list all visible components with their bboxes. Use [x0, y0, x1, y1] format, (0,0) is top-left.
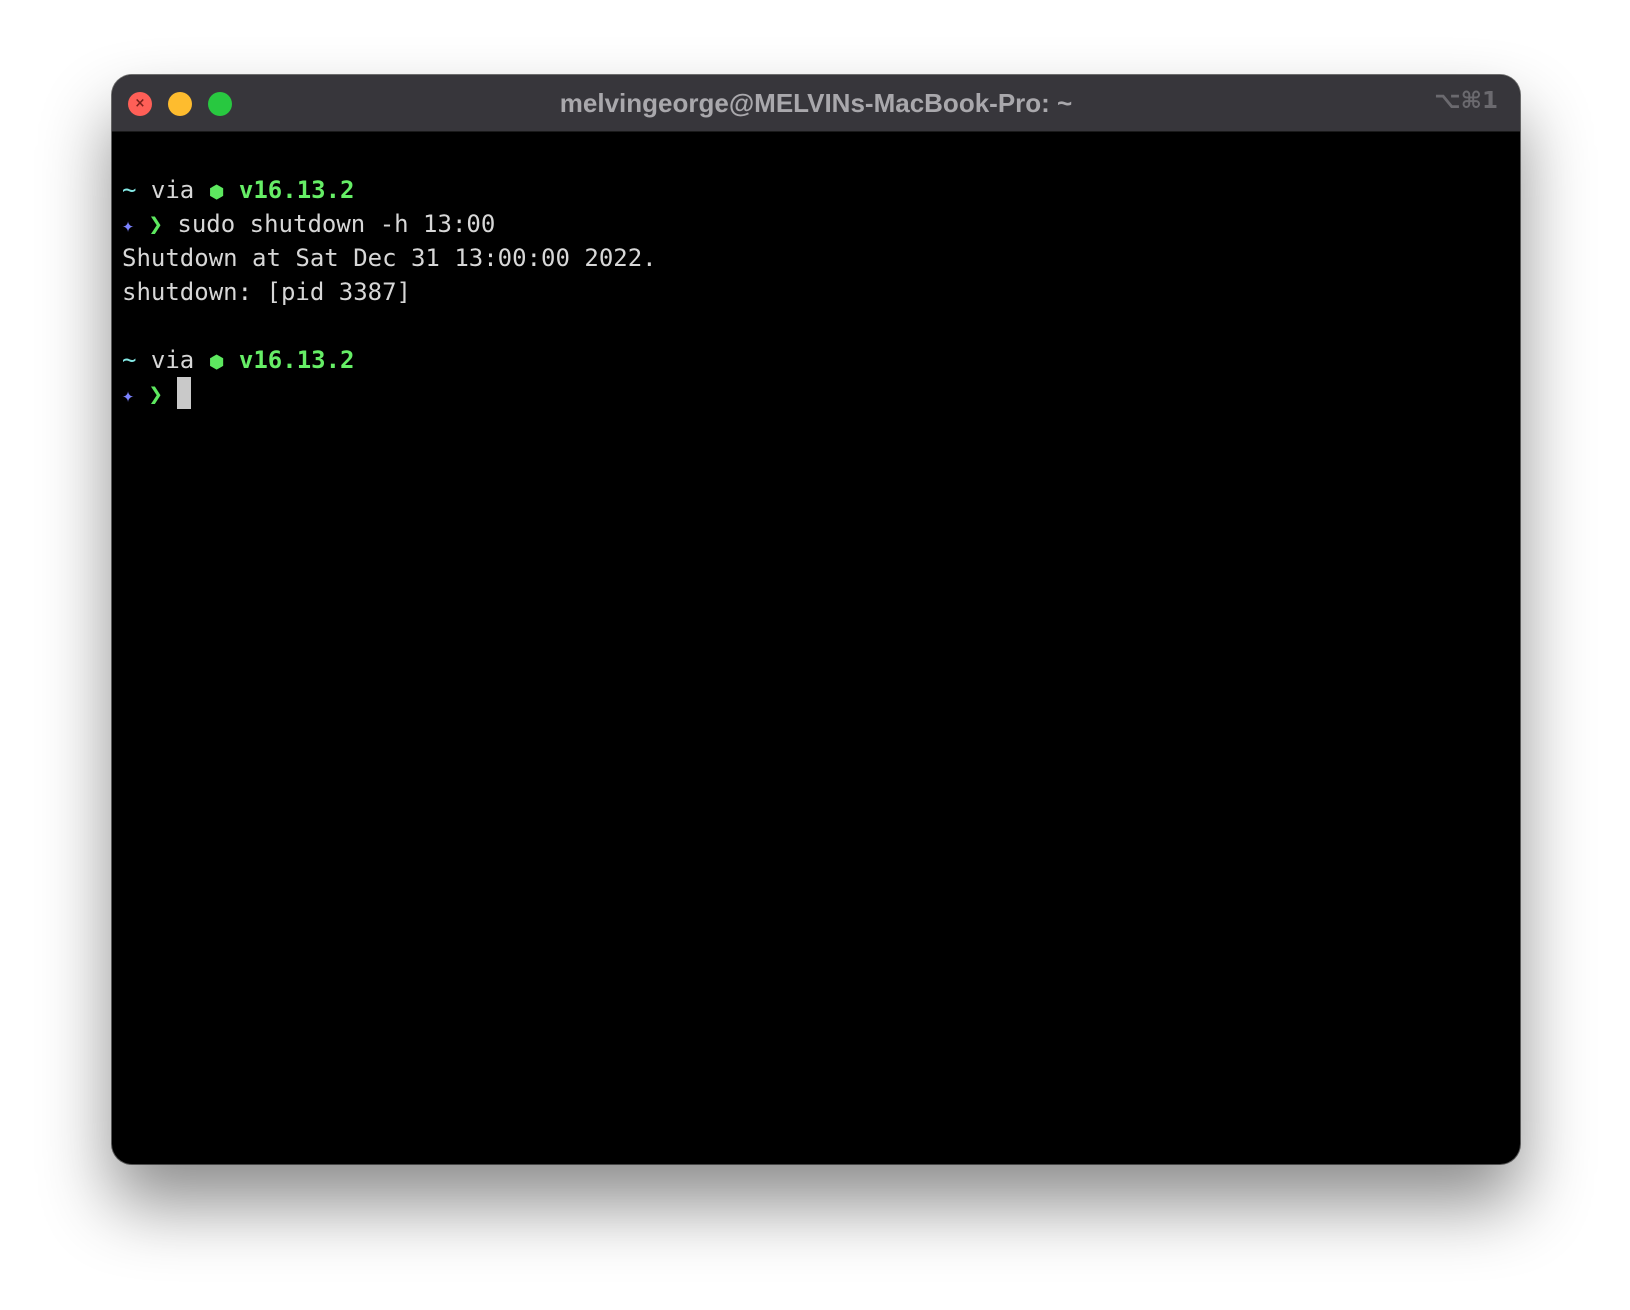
node-version: v16.13.2 [238, 346, 355, 374]
terminal-output[interactable]: ~ via ⬢ v16.13.2 ✦ ❯ sudo shutdown -h 13… [122, 173, 1510, 411]
node-version: v16.13.2 [238, 176, 355, 204]
output-line: Shutdown at Sat Dec 31 13:00:00 2022. [122, 244, 657, 272]
window-shortcut: ⌥⌘1 [1434, 88, 1498, 114]
command-line: ✦ ❯ sudo shutdown -h 13:00 [122, 207, 1510, 241]
cwd-tilde: ~ [122, 176, 137, 204]
sparkle-icon: ✦ [122, 383, 135, 407]
output-line: shutdown: [pid 3387] [122, 278, 411, 306]
text-cursor[interactable] [177, 377, 192, 409]
command-text: sudo shutdown -h 13:00 [177, 210, 496, 238]
via-label: via [150, 346, 195, 374]
via-label: via [150, 176, 195, 204]
title-bar[interactable]: × melvingeorge@MELVINs-MacBook-Pro: ~ ⌥⌘… [112, 75, 1520, 132]
input-line[interactable]: ✦ ❯ [122, 377, 1510, 411]
sparkle-icon: ✦ [122, 213, 135, 237]
chevron-right-icon: ❯ [148, 210, 163, 238]
hexagon-icon: ⬢ [208, 182, 225, 203]
terminal-window: × melvingeorge@MELVINs-MacBook-Pro: ~ ⌥⌘… [112, 75, 1520, 1164]
cwd-tilde: ~ [122, 346, 137, 374]
prompt-info-line: ~ via ⬢ v16.13.2 [122, 343, 1510, 377]
hexagon-icon: ⬢ [208, 352, 225, 373]
prompt-info-line: ~ via ⬢ v16.13.2 [122, 173, 1510, 207]
chevron-right-icon: ❯ [148, 380, 163, 408]
window-title: melvingeorge@MELVINs-MacBook-Pro: ~ [559, 88, 1073, 118]
